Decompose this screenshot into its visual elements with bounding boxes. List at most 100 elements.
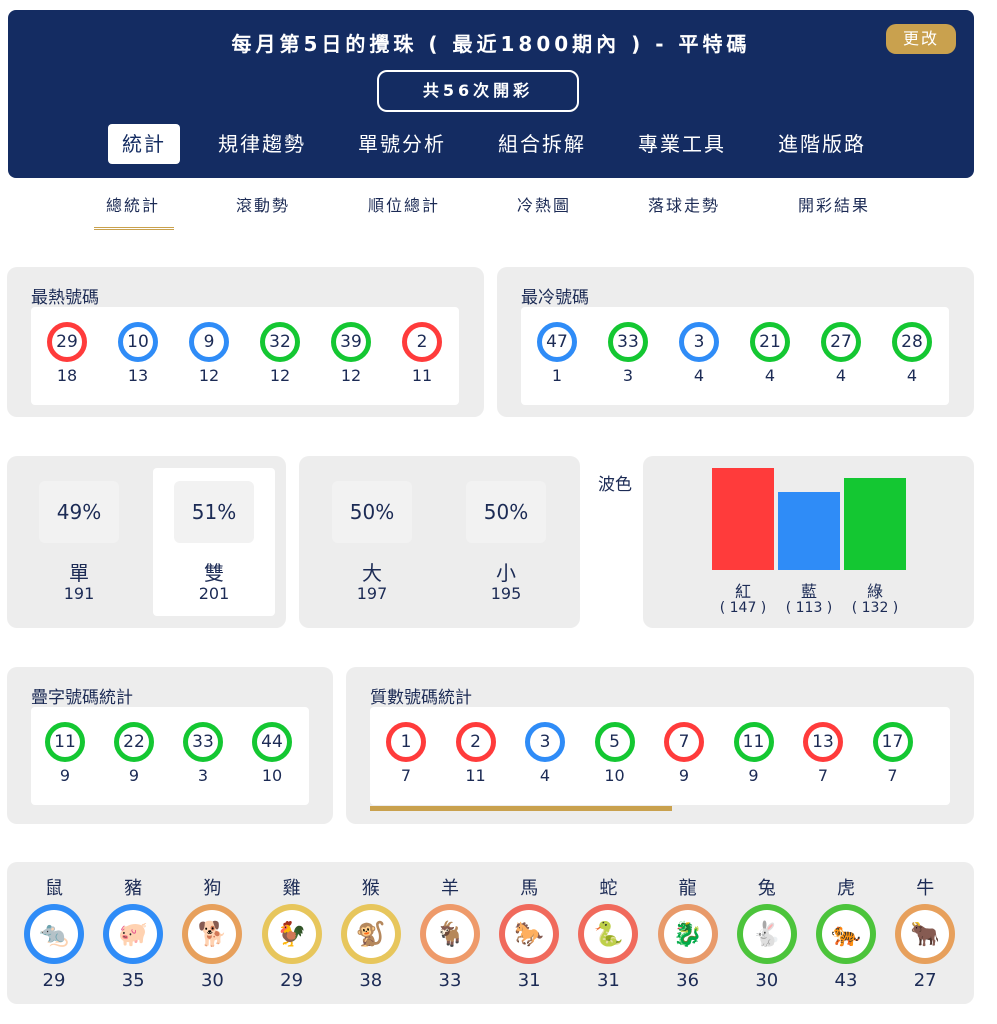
number-ball: 21: [750, 322, 790, 362]
number-ball-item: 47 1: [527, 322, 587, 385]
prime-box[interactable]: 1 7 2 11 3 4 5 10 7 9 11 9 13 7 17 7: [370, 707, 950, 805]
tab-single-analysis[interactable]: 單號分析: [344, 124, 460, 164]
zodiac-count: 36: [676, 970, 700, 991]
number-ball-count: 13: [127, 366, 149, 385]
zodiac-item[interactable]: 狗 🐕 30: [180, 874, 244, 991]
even-count: 201: [198, 584, 230, 603]
number-ball-count: 9: [128, 766, 140, 785]
number-ball-item: 34: [515, 722, 575, 785]
tab-advanced-road[interactable]: 進階版路: [764, 124, 880, 164]
number-ball: 5: [594, 722, 635, 762]
subtab-rolling[interactable]: 滾動勢: [236, 192, 290, 216]
number-ball-item: 22 9: [104, 722, 164, 785]
number-ball: 39: [331, 322, 371, 362]
subtab-active-underline: [94, 227, 174, 230]
number-ball-item: 33 3: [598, 322, 658, 385]
zodiac-count: 31: [596, 970, 620, 991]
zodiac-item[interactable]: 兔 🐇 30: [735, 874, 799, 991]
wave-bar-count: ( 147 ): [719, 600, 767, 616]
zodiac-count: 43: [834, 970, 858, 991]
zodiac-icon-inner: 🐀: [30, 910, 78, 958]
prime-scroll-thumb[interactable]: [370, 806, 672, 811]
number-ball-item: 27 4: [811, 322, 871, 385]
number-ball-count: 4: [539, 766, 551, 785]
zodiac-item[interactable]: 馬 🐎 31: [497, 874, 561, 991]
zodiac-item[interactable]: 猴 🐒 38: [339, 874, 403, 991]
number-ball-count: 4: [835, 366, 847, 385]
double-digit-box: 11 9 22 9 33 3 44 10: [31, 707, 309, 805]
number-ball-count: 9: [678, 766, 690, 785]
number-ball-item: 17 7: [863, 722, 923, 785]
number-ball-item: 9 12: [179, 322, 239, 385]
number-ball-item: 39 12: [321, 322, 381, 385]
zodiac-panel: 鼠 🐀 29 豬 🐖 35 狗 🐕 30 雞 🐓 29 猴 🐒 38 羊 🐐 33 馬 🐎 31 蛇 🐍 31 龍 🐉 36 兔 🐇 30…: [7, 862, 974, 1004]
tab-statistics[interactable]: 統計: [108, 124, 180, 164]
zodiac-item[interactable]: 龍 🐉 36: [656, 874, 720, 991]
number-ball-item: 11 9: [724, 722, 784, 785]
zodiac-name: 鼠: [45, 878, 63, 899]
zodiac-icon-inner: 🐍: [584, 910, 633, 958]
zodiac-icon-inner: 🐐: [426, 910, 474, 958]
number-ball-count: 10: [261, 766, 283, 785]
odd-label: 單: [69, 561, 89, 585]
double-digit-panel: 疊字號碼統計 11 9 22 9 33 3 44 10: [7, 667, 333, 824]
zodiac-item[interactable]: 羊 🐐 33: [418, 874, 482, 991]
prime-scrollbar[interactable]: [370, 806, 950, 811]
main-tabs: 統計 規律趨勢 單號分析 組合拆解 專業工具 進階版路: [108, 124, 904, 164]
zodiac-icon-inner: 🐇: [742, 910, 791, 958]
number-ball-item: 17: [376, 722, 436, 785]
zodiac-name: 牛: [916, 878, 935, 899]
number-ball-item: 10 13: [108, 322, 168, 385]
zodiac-item[interactable]: 蛇 🐍 31: [576, 874, 640, 991]
wave-bar: [844, 478, 906, 570]
zodiac-count: 30: [755, 970, 779, 991]
subtab-heatmap[interactable]: 冷熱圖: [517, 192, 571, 216]
cold-numbers-title: 最冷號碼: [521, 288, 589, 308]
number-ball-count: 11: [411, 366, 433, 385]
subtab-position-total[interactable]: 順位總計: [368, 192, 440, 216]
number-ball-count: 7: [887, 766, 898, 785]
zodiac-count: 33: [438, 970, 462, 991]
zodiac-count: 27: [913, 970, 937, 991]
zodiac-name: 虎: [837, 878, 855, 899]
big-percent: 50%: [332, 481, 412, 543]
subtab-draw-results[interactable]: 開彩結果: [798, 192, 870, 216]
draw-count-badge: 共56次開彩: [377, 70, 579, 112]
number-ball-count: 4: [693, 366, 705, 385]
change-button[interactable]: 更改: [886, 24, 956, 54]
tab-combination[interactable]: 組合拆解: [484, 124, 600, 164]
tab-pro-tools[interactable]: 專業工具: [624, 124, 740, 164]
zodiac-icon-inner: 🐉: [663, 910, 712, 958]
zodiac-item[interactable]: 雞 🐓 29: [260, 874, 324, 991]
hot-numbers-title: 最熱號碼: [31, 288, 99, 308]
zodiac-name: 猴: [361, 878, 380, 899]
number-ball-item: 28 4: [882, 322, 942, 385]
small-count: 195: [490, 584, 522, 603]
zodiac-item[interactable]: 豬 🐖 35: [101, 874, 165, 991]
wave-bar-label: 紅: [734, 582, 751, 601]
zodiac-name: 羊: [441, 878, 459, 899]
even-percent: 51%: [174, 481, 254, 543]
zodiac-item[interactable]: 牛 🐂 27: [893, 874, 957, 991]
zodiac-icon-inner: 🐓: [267, 910, 316, 958]
number-ball: 11: [45, 722, 85, 762]
zodiac-item[interactable]: 虎 🐅 43: [814, 874, 878, 991]
number-ball: 2: [455, 722, 496, 762]
pig-icon: 🐖: [103, 904, 164, 964]
tab-pattern-trend[interactable]: 規律趨勢: [204, 124, 320, 164]
wave-bar: [778, 492, 840, 570]
zodiac-icon-inner: 🐒: [346, 910, 395, 958]
number-ball: 33: [608, 322, 648, 362]
zodiac-icon-inner: 🐅: [822, 910, 870, 958]
number-ball-count: 3: [622, 366, 634, 385]
wave-panel: 紅( 147 ) 藍( 113 ) 綠( 132 ): [643, 456, 974, 628]
dragon-icon: 🐉: [657, 904, 718, 964]
big-label: 大: [362, 561, 382, 585]
zodiac-name: 兔: [757, 878, 776, 899]
subtab-overall[interactable]: 總統計: [106, 192, 160, 216]
big-small-panel: 50% 大 197 50% 小 195: [299, 456, 580, 628]
zodiac-item[interactable]: 鼠 🐀 29: [22, 874, 86, 991]
page-title: 每月第5日的攪珠 ( 最近1800期內 ) - 平特碼: [231, 32, 751, 56]
subtab-ball-trend[interactable]: 落球走勢: [648, 192, 720, 216]
hot-numbers-box: 29 18 10 13 9 12 32 12 39 12 2 11: [31, 307, 459, 405]
